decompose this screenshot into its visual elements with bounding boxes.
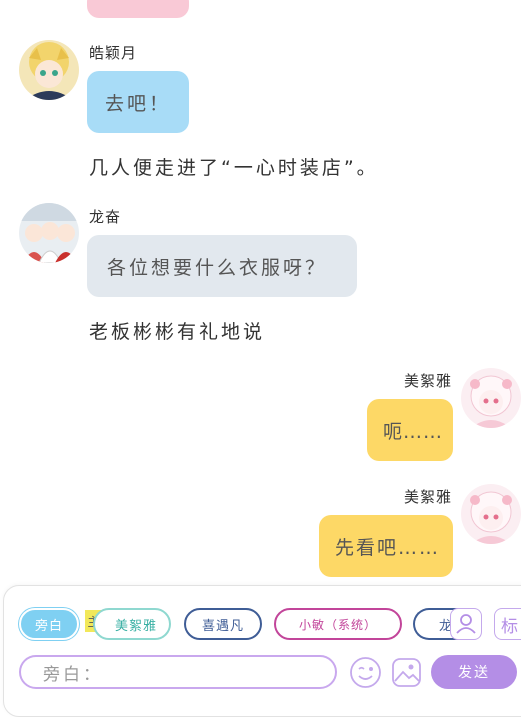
image-button[interactable] bbox=[391, 656, 422, 689]
send-button[interactable]: 发送 bbox=[431, 655, 517, 689]
role-chip-xiyufan[interactable]: 喜遇凡 bbox=[184, 608, 262, 640]
role-chip-meixuya[interactable]: 美絮雅 bbox=[93, 608, 171, 640]
message-input[interactable]: 旁白： bbox=[19, 655, 337, 689]
message-bubble[interactable]: 各位想要什么衣服呀？ bbox=[87, 235, 357, 297]
message-text: 去吧！ bbox=[105, 92, 172, 115]
message-bubble[interactable]: 去吧！ bbox=[87, 71, 189, 133]
previous-message-bubble bbox=[87, 0, 189, 18]
message-text: 先看吧…… bbox=[335, 536, 441, 559]
avatar-meixuya[interactable] bbox=[461, 484, 521, 544]
message-text: 各位想要什么衣服呀？ bbox=[107, 256, 328, 279]
role-chip-narrator[interactable]: 旁白 bbox=[19, 608, 79, 640]
role-chip-xiaomin-system[interactable]: 小敏（系统） bbox=[274, 608, 402, 640]
sender-name: 龙奋 bbox=[89, 208, 122, 226]
sender-name: 美絮雅 bbox=[403, 488, 452, 506]
user-icon bbox=[456, 614, 476, 634]
smiley-icon bbox=[350, 657, 381, 688]
avatar-haoyingyue[interactable] bbox=[19, 40, 79, 100]
message-text: 呃…… bbox=[383, 420, 444, 443]
character-select-button[interactable] bbox=[450, 608, 482, 640]
sender-name: 美絮雅 bbox=[403, 372, 452, 390]
sender-name: 皓颖月 bbox=[89, 44, 138, 62]
composer-panel bbox=[3, 585, 521, 717]
message-bubble[interactable]: 呃…… bbox=[367, 399, 453, 461]
tag-button[interactable]: 标 bbox=[494, 608, 521, 640]
image-icon bbox=[392, 658, 421, 687]
avatar-meixuya[interactable] bbox=[461, 368, 521, 428]
message-bubble[interactable]: 先看吧…… bbox=[319, 515, 453, 577]
emoji-button[interactable] bbox=[349, 656, 382, 689]
avatar-longfen[interactable] bbox=[19, 203, 79, 263]
narration-text: 老板彬彬有礼地说 bbox=[89, 321, 266, 343]
narration-text: 几人便走进了“一心时装店”。 bbox=[89, 157, 379, 179]
